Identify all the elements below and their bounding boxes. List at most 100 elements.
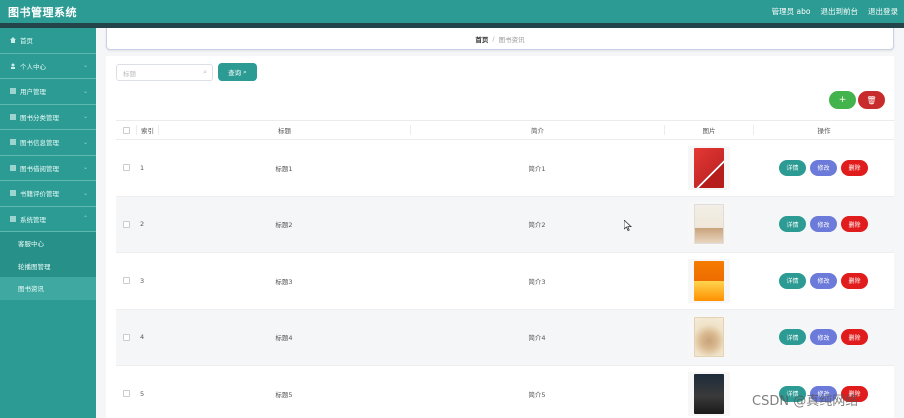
sidebar-item-label: 书籍评价管理: [20, 190, 59, 199]
row-intro: 简介4: [528, 334, 546, 343]
user-icon: [10, 63, 16, 69]
sidebar: 首页 个人中心 ⌄ 用户管理 ⌄ 图书分类管理 ⌄ 图书信息管理 ⌄ 图书借阅管…: [0, 28, 96, 418]
grid-icon: [10, 139, 16, 146]
grid-icon: [10, 190, 16, 197]
grid-icon: [10, 88, 16, 95]
grid-icon: [10, 113, 16, 120]
sidebar-item-label: 首页: [20, 37, 33, 46]
sidebar-item-label: 图书分类管理: [20, 113, 59, 122]
header-intro: 简介: [410, 125, 664, 135]
table-row: 2 标题2 简介2 详情 修改 删除: [116, 196, 894, 253]
chevron-down-icon: ⌄: [82, 189, 88, 197]
row-index: 3: [140, 276, 145, 285]
plus-icon: +: [838, 95, 847, 105]
content-panel: 标题 ⌕ 查询 ⌕ + 🗑 索引 标题 简介 图片 操作 1 标题1 简介1 详…: [106, 56, 894, 418]
edit-button[interactable]: 修改: [810, 216, 837, 233]
sidebar-item-home[interactable]: 首页: [0, 28, 96, 54]
detail-button[interactable]: 详情: [779, 329, 806, 346]
table-row: 1 标题1 简介1 详情 修改 删除: [116, 140, 894, 197]
sidebar-item-profile[interactable]: 个人中心 ⌄: [0, 54, 96, 79]
sidebar-item-system[interactable]: 系统管理 ⌃: [0, 207, 96, 232]
detail-button[interactable]: 详情: [779, 159, 806, 176]
breadcrumb-home[interactable]: 首页: [475, 34, 488, 44]
header-image: 图片: [664, 125, 753, 135]
row-checkbox[interactable]: [122, 390, 130, 398]
row-title: 标题5: [275, 390, 293, 399]
breadcrumb-separator: /: [492, 34, 495, 43]
sidebar-item-book-borrow[interactable]: 图书借阅管理 ⌄: [0, 156, 96, 181]
detail-button[interactable]: 详情: [779, 272, 806, 289]
row-select-cell: [116, 277, 136, 285]
sidebar-item-book-info[interactable]: 图书信息管理 ⌄: [0, 130, 96, 156]
sidebar-subitem-carousel[interactable]: 轮播图管理: [0, 254, 96, 277]
add-button[interactable]: +: [829, 91, 856, 109]
sidebar-item-label: 用户管理: [20, 88, 46, 97]
sidebar-item-users[interactable]: 用户管理 ⌄: [0, 79, 96, 105]
table-header: 索引 标题 简介 图片 操作: [116, 120, 894, 140]
header-title: 标题: [158, 125, 410, 135]
data-table: 索引 标题 简介 图片 操作 1 标题1 简介1 详情 修改 删除 2 标题2 …: [116, 120, 894, 418]
breadcrumb: 首页 / 图书资讯: [106, 28, 894, 50]
edit-button[interactable]: 修改: [810, 272, 837, 289]
table-row: 4 标题4 简介4 详情 修改 删除: [116, 309, 894, 366]
delete-button[interactable]: 删除: [841, 159, 868, 176]
main-area: 首页 / 图书资讯 标题 ⌕ 查询 ⌕ + 🗑 索引 标题 简介 图片 操作 1…: [96, 28, 904, 418]
row-title: 标题3: [275, 277, 293, 286]
chevron-down-icon: ⌄: [82, 138, 88, 146]
edit-button[interactable]: 修改: [810, 159, 837, 176]
row-select-cell: [116, 390, 136, 398]
admin-user-label: 管理员 abo: [771, 7, 811, 16]
delete-button[interactable]: 删除: [841, 216, 868, 233]
book-cover-image: [687, 371, 730, 416]
row-actions: 详情 修改 删除: [753, 272, 894, 289]
app-title: 图书管理系统: [8, 5, 77, 19]
row-intro: 简介5: [528, 390, 546, 399]
trash-icon: 🗑: [866, 95, 877, 105]
sidebar-item-book-review[interactable]: 书籍评价管理 ⌄: [0, 181, 96, 207]
sidebar-subitem-service-center[interactable]: 客服中心: [0, 232, 96, 255]
row-select-cell: [116, 333, 136, 341]
watermark: CSDN @真纯网络: [752, 394, 859, 409]
row-actions: 详情 修改 删除: [753, 216, 894, 233]
breadcrumb-current: 图书资讯: [498, 35, 525, 44]
select-all-checkbox[interactable]: [122, 126, 130, 134]
app-root: 图书管理系统 管理员 abo 退出到前台 退出登录 首页 个人中心 ⌄ 用户管理…: [0, 0, 904, 418]
row-image-cell: [664, 315, 753, 360]
edit-button[interactable]: 修改: [810, 329, 837, 346]
chevron-up-icon: ⌃: [82, 215, 88, 223]
select-all-cell: [116, 126, 136, 134]
sidebar-subitem-book-news[interactable]: 图书资讯: [0, 277, 96, 300]
row-index: 1: [140, 163, 145, 172]
row-checkbox[interactable]: [122, 164, 130, 172]
row-checkbox[interactable]: [122, 333, 130, 341]
top-links: 管理员 abo 退出到前台 退出登录: [772, 6, 904, 17]
row-select-cell: [116, 164, 136, 172]
top-bar: 图书管理系统 管理员 abo 退出到前台 退出登录: [0, 0, 904, 23]
search-button-label: 查询: [228, 69, 242, 77]
chevron-down-icon: ⌄: [82, 164, 88, 172]
goto-frontend-link[interactable]: 退出到前台: [821, 6, 859, 17]
book-cover-image: [687, 145, 730, 190]
sidebar-item-book-category[interactable]: 图书分类管理 ⌄: [0, 105, 96, 130]
row-image-cell: [664, 258, 753, 303]
table-row: 3 标题3 简介3 详情 修改 删除: [116, 253, 894, 310]
delete-button[interactable]: 删除: [841, 272, 868, 289]
search-button[interactable]: 查询 ⌕: [218, 63, 257, 81]
header-actions: 操作: [753, 125, 894, 135]
detail-button[interactable]: 详情: [779, 216, 806, 233]
sidebar-item-label: 个人中心: [20, 62, 46, 71]
home-icon: [10, 37, 16, 44]
search-input[interactable]: 标题 ⌕: [116, 64, 213, 81]
row-intro: 简介1: [528, 164, 546, 173]
row-image-cell: [664, 145, 753, 190]
row-index: 5: [140, 389, 145, 398]
row-checkbox[interactable]: [122, 220, 130, 228]
book-cover-image: [687, 202, 730, 247]
row-checkbox[interactable]: [122, 277, 130, 285]
sidebar-item-label: 图书信息管理: [20, 139, 59, 148]
bulk-delete-button[interactable]: 🗑: [858, 91, 885, 109]
row-actions: 详情 修改 删除: [753, 159, 894, 176]
delete-button[interactable]: 删除: [841, 329, 868, 346]
logout-link[interactable]: 退出登录: [868, 6, 898, 17]
row-title: 标题4: [275, 334, 293, 343]
